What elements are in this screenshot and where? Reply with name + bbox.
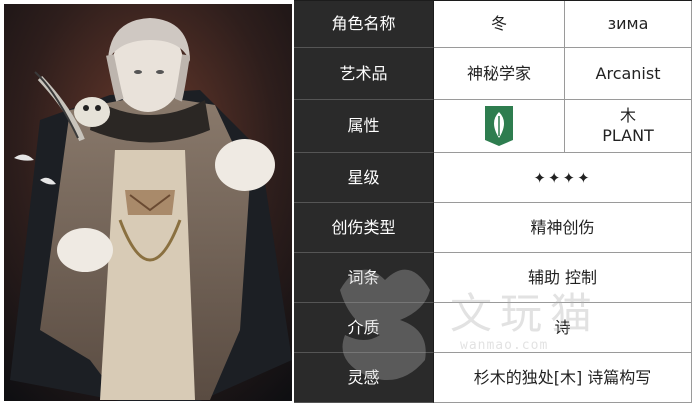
value-artwork-cn: 神秘学家: [434, 48, 565, 100]
label-medium: 介质: [294, 303, 434, 353]
row-character-name: 角色名称 冬 зима: [294, 1, 692, 48]
value-name-cn: 冬: [434, 1, 565, 48]
value-damage-type: 精神创伤: [434, 203, 692, 253]
label-rarity: 星级: [294, 153, 434, 203]
character-info-table: 角色名称 冬 зима 艺术品 神秘学家 Arcanist 属性 木 PLANT…: [294, 0, 692, 403]
row-damage-type: 创伤类型 精神创伤: [294, 203, 692, 253]
label-inspiration: 灵感: [294, 353, 434, 403]
rarity-stars: ✦✦✦✦: [434, 153, 692, 203]
row-tags: 词条 辅助 控制: [294, 253, 692, 303]
character-portrait: [0, 0, 294, 403]
value-artwork-en: Arcanist: [565, 48, 692, 100]
row-rarity: 星级 ✦✦✦✦: [294, 153, 692, 203]
plant-leaf-icon: [485, 106, 513, 146]
row-medium: 介质 诗: [294, 303, 692, 353]
value-inspiration: 杉木的独处[木] 诗篇构写: [434, 353, 692, 403]
label-attribute: 属性: [294, 100, 434, 153]
label-artwork: 艺术品: [294, 48, 434, 100]
row-attribute: 属性 木 PLANT: [294, 100, 692, 153]
label-tags: 词条: [294, 253, 434, 303]
label-character-name: 角色名称: [294, 1, 434, 48]
value-medium: 诗: [434, 303, 692, 353]
label-damage-type: 创伤类型: [294, 203, 434, 253]
value-attribute: 木 PLANT: [565, 100, 692, 153]
value-tags: 辅助 控制: [434, 253, 692, 303]
attribute-cn: 木: [619, 106, 636, 125]
row-inspiration: 灵感 杉木的独处[木] 诗篇构写: [294, 353, 692, 403]
attribute-en: PLANT: [602, 126, 654, 145]
row-artwork: 艺术品 神秘学家 Arcanist: [294, 48, 692, 100]
attribute-icon-cell: [434, 100, 565, 153]
value-name-ru: зима: [565, 1, 692, 48]
